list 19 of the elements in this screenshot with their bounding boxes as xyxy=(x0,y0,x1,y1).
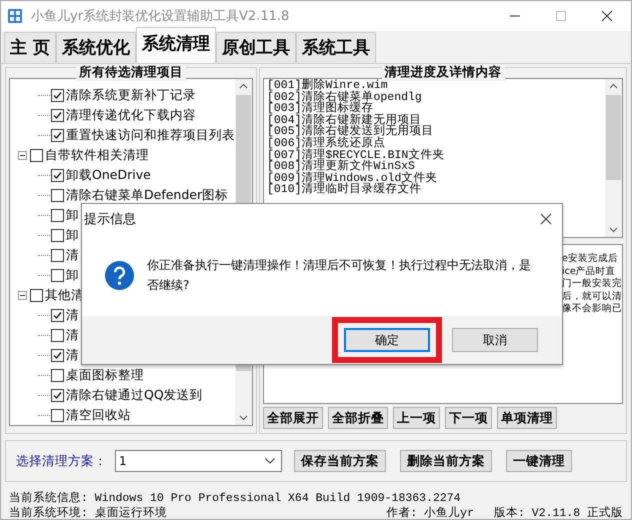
log-line: [010]清理临时目录缓存文件 xyxy=(267,184,423,196)
details-line: 后，就可以清 xyxy=(561,290,622,303)
log-line: [005]清除右键发送到无用项目 xyxy=(267,126,435,138)
details-line: ice产品时直 xyxy=(561,266,617,278)
version-info: 版本: V2.11.8 正式版 xyxy=(494,506,623,519)
log-line: [008]清理更新文件WinSxS xyxy=(267,161,415,173)
details-line: 门一般安装完 xyxy=(561,278,622,290)
log-line: [001]删除Winre.wim xyxy=(267,80,388,92)
details-line: 像不会影响已 xyxy=(561,303,622,316)
dialog-title: 提示信息 xyxy=(84,211,136,228)
panel-title: 所有待选清理项目 xyxy=(76,64,186,81)
dialog-message: 你正准备执行一键清理操作！清理后不可恢复！执行过程中无法取消，是否继续? xyxy=(147,257,532,294)
scheme-label: 选择清理方案： xyxy=(16,452,107,470)
system-info: 当前系统信息: Windows 10 Pro Professional X64 Build 1909-18363.2274 xyxy=(9,490,462,505)
window-title: 小鱼儿yr系统封装优化设置辅助工具V2.11.8 xyxy=(31,8,290,25)
log-line: [006]清理系统还原点 xyxy=(267,138,386,150)
author-info: 作者: 小鱼儿yr xyxy=(386,506,474,519)
environment-info: 当前系统环境: 桌面运行环境 xyxy=(9,505,167,519)
panel-title: 清理进度及详情内容 xyxy=(382,64,504,81)
